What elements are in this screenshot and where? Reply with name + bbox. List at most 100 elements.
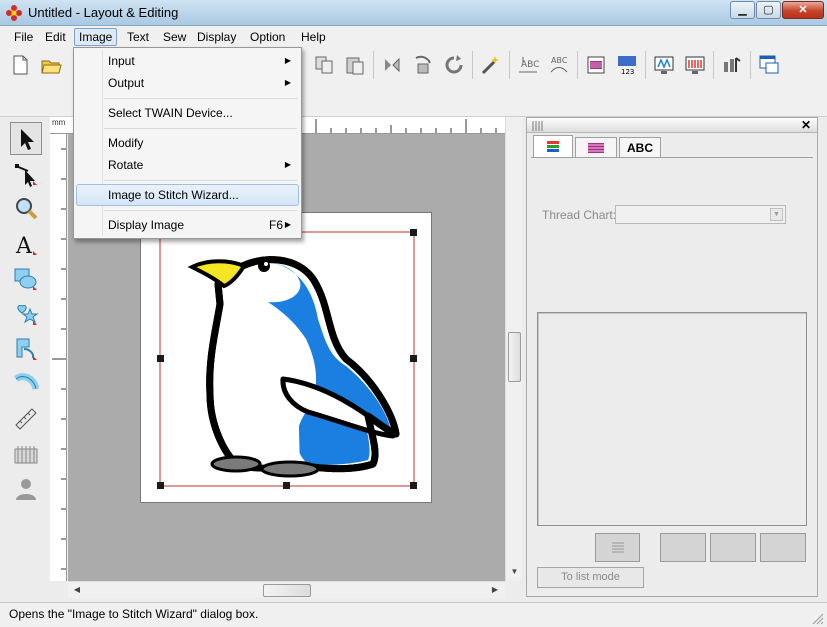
menu-edit[interactable]: Edit bbox=[40, 28, 71, 46]
menu-item-select-twain[interactable]: Select TWAIN Device... bbox=[76, 102, 299, 124]
menu-item-input[interactable]: Input ▶ bbox=[76, 50, 299, 72]
menu-accelerator: F6 bbox=[268, 218, 283, 232]
menu-item-label: Rotate bbox=[108, 158, 144, 172]
svg-text:A: A bbox=[15, 234, 33, 257]
copy-icon[interactable] bbox=[311, 51, 337, 79]
menu-separator bbox=[104, 98, 297, 99]
menu-help[interactable]: Help bbox=[296, 28, 331, 46]
menu-sew[interactable]: Sew bbox=[158, 28, 191, 46]
menu-item-modify[interactable]: Modify bbox=[76, 132, 299, 154]
svg-text:123: 123 bbox=[621, 68, 634, 76]
menu-display[interactable]: Display bbox=[192, 28, 241, 46]
vertical-scroll-thumb[interactable] bbox=[508, 332, 521, 382]
toolbar-separator bbox=[645, 51, 646, 79]
menu-item-image-to-stitch-wizard[interactable]: Image to Stitch Wizard... bbox=[76, 184, 299, 206]
close-button[interactable]: ✕ bbox=[782, 1, 824, 19]
color-button-1[interactable] bbox=[660, 533, 706, 562]
maximize-button[interactable]: ▢ bbox=[756, 1, 781, 19]
title-bar: Untitled - Layout & Editing ▁ ▢ ✕ bbox=[0, 0, 827, 26]
menu-image[interactable]: Image bbox=[74, 28, 118, 46]
color-list-box[interactable] bbox=[537, 312, 807, 526]
toolbar-separator bbox=[373, 51, 374, 79]
resize-grip-icon[interactable] bbox=[812, 613, 824, 625]
color-button-2[interactable] bbox=[710, 533, 756, 562]
stitch-pattern-icon bbox=[588, 143, 604, 153]
zoom-magnifier-icon[interactable] bbox=[10, 192, 42, 225]
image-dropdown-menu: Input ▶ Output ▶ Select TWAIN Device... … bbox=[73, 47, 302, 239]
transfer-to-machine-icon[interactable] bbox=[719, 51, 745, 79]
menu-separator bbox=[104, 128, 297, 129]
realistic-preview-icon[interactable] bbox=[682, 51, 708, 79]
menu-item-display-image[interactable]: Display Image F6 ▶ bbox=[76, 214, 299, 236]
scroll-down-arrow-icon[interactable]: ▼ bbox=[509, 567, 520, 576]
properties-panel: ✕ ABC Thread Chart: ▼ To list mode bbox=[526, 117, 818, 597]
toolbar-separator bbox=[509, 51, 510, 79]
measure-ruler-icon[interactable] bbox=[10, 402, 42, 435]
tab-stitch-pattern[interactable] bbox=[575, 137, 617, 158]
point-edit-icon[interactable] bbox=[10, 157, 42, 190]
motif-shape-icon[interactable] bbox=[10, 297, 42, 330]
svg-text:ABC: ABC bbox=[521, 60, 539, 70]
design-property-icon[interactable] bbox=[756, 51, 782, 79]
new-file-icon[interactable] bbox=[7, 51, 33, 79]
select-arrow-icon[interactable] bbox=[10, 122, 42, 155]
horizontal-scroll-thumb[interactable] bbox=[263, 584, 311, 597]
vertical-ruler bbox=[50, 134, 67, 581]
toolbar-separator bbox=[713, 51, 714, 79]
stitch-pattern-icon[interactable] bbox=[583, 51, 609, 79]
menu-item-output[interactable]: Output ▶ bbox=[76, 72, 299, 94]
toolbar-separator bbox=[750, 51, 751, 79]
flip-vertical-icon[interactable] bbox=[410, 51, 436, 79]
text-path-icon[interactable]: ABC bbox=[546, 51, 572, 79]
to-list-mode-button[interactable]: To list mode bbox=[537, 567, 644, 588]
stitch-line-icon[interactable] bbox=[10, 367, 42, 400]
tool-strip: A bbox=[0, 117, 46, 603]
panel-grip-icon bbox=[532, 121, 543, 131]
submenu-arrow-icon: ▶ bbox=[284, 220, 291, 229]
minimize-button[interactable]: ▁ bbox=[730, 1, 755, 19]
magic-wand-icon[interactable] bbox=[478, 51, 504, 79]
stitch-count-icon[interactable]: 123 bbox=[614, 51, 640, 79]
horizontal-scrollbar[interactable]: ◀ ▶ bbox=[68, 581, 505, 598]
scroll-right-arrow-icon[interactable]: ▶ bbox=[490, 585, 500, 594]
paste-icon[interactable] bbox=[342, 51, 368, 79]
vertical-scrollbar[interactable]: ▼ bbox=[505, 117, 522, 581]
tab-thread-color[interactable] bbox=[533, 135, 573, 158]
text-tool-icon[interactable]: A bbox=[10, 227, 42, 260]
menu-option[interactable]: Option bbox=[245, 28, 290, 46]
stitch-simulator-icon[interactable] bbox=[651, 51, 677, 79]
tab-text[interactable]: ABC bbox=[619, 137, 661, 158]
toolbar-separator bbox=[472, 51, 473, 79]
status-bar: Opens the "Image to Stitch Wizard" dialo… bbox=[0, 602, 827, 627]
rotate-icon[interactable] bbox=[441, 51, 467, 79]
panel-title-bar[interactable]: ✕ bbox=[527, 118, 817, 133]
flip-horizontal-icon[interactable] bbox=[379, 51, 405, 79]
shape-tool-icon[interactable] bbox=[10, 262, 42, 295]
submenu-arrow-icon: ▶ bbox=[284, 160, 291, 169]
menu-file[interactable]: File bbox=[9, 28, 38, 46]
window-title: Untitled - Layout & Editing bbox=[28, 5, 179, 20]
svg-text:ABC: ABC bbox=[551, 56, 568, 65]
menu-item-label: Input bbox=[108, 54, 135, 68]
swatch-grid-icon bbox=[612, 542, 624, 553]
punch-tool-icon[interactable] bbox=[10, 437, 42, 470]
thread-chart-select[interactable]: ▼ bbox=[615, 205, 786, 224]
color-button-3[interactable] bbox=[760, 533, 806, 562]
text-arrange-icon[interactable]: ABC bbox=[515, 51, 541, 79]
status-text: Opens the "Image to Stitch Wizard" dialo… bbox=[9, 607, 259, 621]
stitch-fill-icon[interactable] bbox=[10, 332, 42, 365]
menu-item-label: Output bbox=[108, 76, 145, 90]
toolbar-separator bbox=[577, 51, 578, 79]
app-flower-icon bbox=[6, 5, 22, 21]
open-folder-icon[interactable] bbox=[38, 51, 64, 79]
thread-chart-label: Thread Chart: bbox=[542, 208, 617, 222]
thread-swatch-button[interactable] bbox=[595, 533, 640, 562]
menu-item-label: Modify bbox=[108, 136, 144, 150]
chevron-down-icon: ▼ bbox=[770, 208, 783, 221]
scroll-left-arrow-icon[interactable]: ◀ bbox=[72, 585, 82, 594]
menu-item-rotate[interactable]: Rotate ▶ bbox=[76, 154, 299, 176]
photo-stitch-icon[interactable] bbox=[10, 472, 42, 505]
menu-text[interactable]: Text bbox=[122, 28, 154, 46]
panel-close-icon[interactable]: ✕ bbox=[801, 118, 811, 132]
menu-bar: File Edit Image Text Sew Display Option … bbox=[0, 26, 827, 47]
